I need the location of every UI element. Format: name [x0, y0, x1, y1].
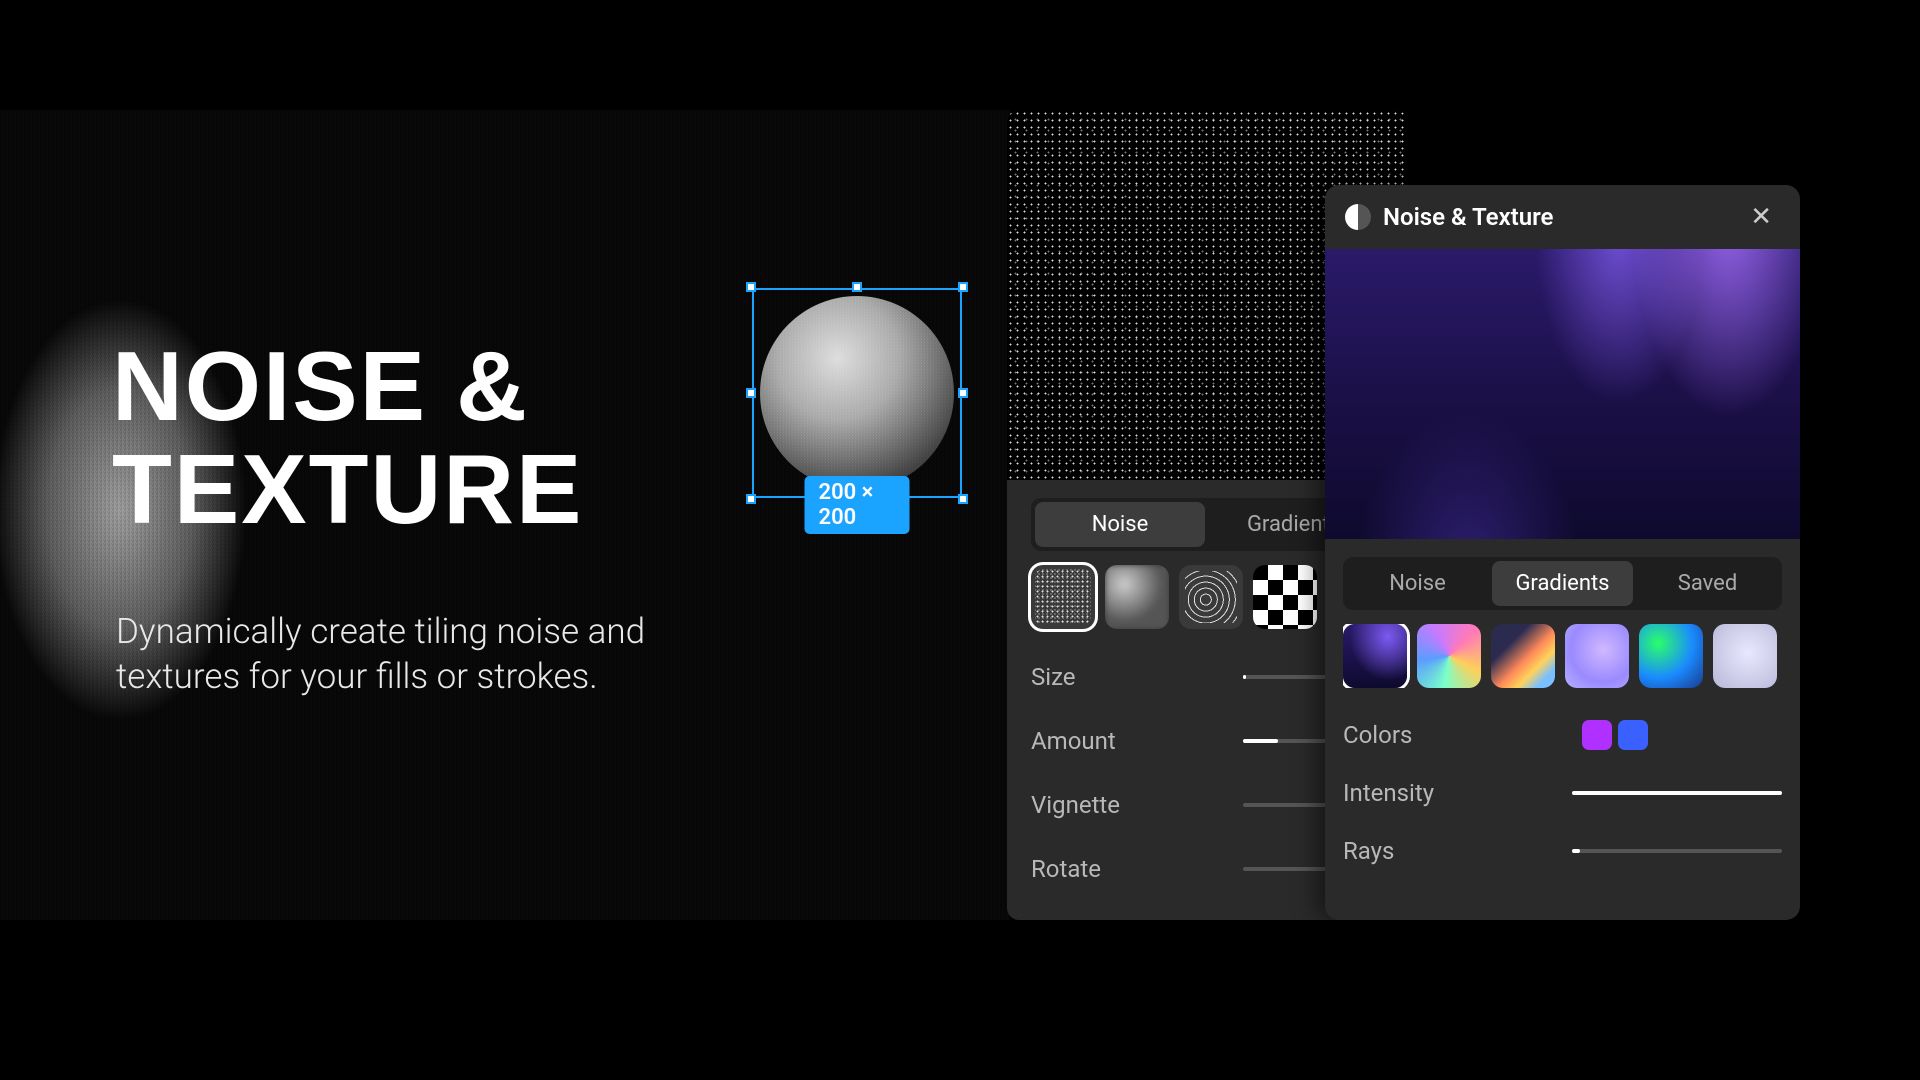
amount-label: Amount	[1031, 727, 1116, 755]
intensity-label: Intensity	[1343, 779, 1434, 807]
texture-panel-tabs: Noise Gradients Saved	[1343, 557, 1782, 610]
tab-gradients-2[interactable]: Gradients	[1492, 561, 1633, 606]
texture-panel: Noise & Texture ✕ Noise Gradients Saved …	[1325, 185, 1800, 920]
resize-handle-mr[interactable]	[958, 388, 968, 398]
dimensions-badge: 200 × 200	[805, 476, 910, 534]
texture-panel-title: Noise & Texture	[1383, 203, 1553, 231]
gradient-preview[interactable]	[1325, 249, 1800, 539]
vignette-label: Vignette	[1031, 791, 1120, 819]
swatch-3[interactable]	[1491, 624, 1555, 688]
colors-label: Colors	[1343, 721, 1412, 749]
pattern-blur[interactable]	[1105, 565, 1169, 629]
resize-handle-tl[interactable]	[746, 282, 756, 292]
color-chips	[1582, 720, 1648, 750]
shape-label: Shape	[1031, 919, 1098, 920]
selected-object[interactable]: 200 × 200	[752, 288, 962, 498]
rotate-label: Rotate	[1031, 855, 1101, 883]
resize-handle-bl[interactable]	[746, 494, 756, 504]
texture-panel-header: Noise & Texture ✕	[1325, 185, 1800, 249]
intensity-slider[interactable]	[1572, 791, 1782, 795]
plugin-logo-icon	[1345, 204, 1371, 230]
rays-slider[interactable]	[1572, 849, 1782, 853]
color-chip-2[interactable]	[1618, 720, 1648, 750]
resize-handle-tm[interactable]	[852, 282, 862, 292]
rays-label: Rays	[1343, 837, 1394, 865]
pattern-noise[interactable]	[1031, 565, 1095, 629]
tab-noise-2[interactable]: Noise	[1347, 561, 1488, 606]
swatch-6[interactable]	[1713, 624, 1777, 688]
hero-title: NOISE & TEXTURE	[112, 335, 583, 541]
resize-handle-tr[interactable]	[958, 282, 968, 292]
pattern-contour[interactable]	[1179, 565, 1243, 629]
pattern-checker[interactable]	[1253, 565, 1317, 629]
close-button[interactable]: ✕	[1742, 198, 1780, 236]
selection-box	[752, 288, 962, 498]
hero-title-line1: NOISE &	[112, 335, 583, 438]
tab-noise[interactable]: Noise	[1035, 502, 1205, 547]
gradient-swatches	[1343, 624, 1782, 688]
tab-saved[interactable]: Saved	[1637, 561, 1778, 606]
swatch-1[interactable]	[1343, 624, 1407, 688]
hero-subtitle: Dynamically create tiling noise and text…	[116, 610, 716, 700]
resize-handle-ml[interactable]	[746, 388, 756, 398]
swatch-4[interactable]	[1565, 624, 1629, 688]
color-chip-1[interactable]	[1582, 720, 1612, 750]
resize-handle-br[interactable]	[958, 494, 968, 504]
size-label: Size	[1031, 663, 1076, 691]
swatch-5[interactable]	[1639, 624, 1703, 688]
hero-title-line2: TEXTURE	[112, 438, 583, 541]
swatch-2[interactable]	[1417, 624, 1481, 688]
